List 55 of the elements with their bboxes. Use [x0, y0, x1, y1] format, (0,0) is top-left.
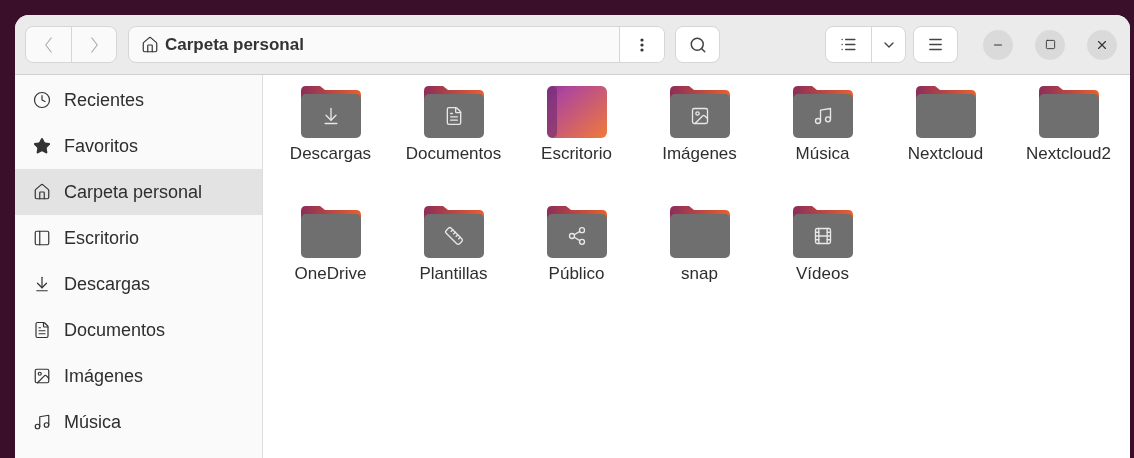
- music-note-icon: [33, 413, 51, 431]
- close-button[interactable]: [1087, 29, 1117, 60]
- folder-item[interactable]: OneDrive: [269, 205, 392, 325]
- folder-item[interactable]: Música: [761, 85, 884, 205]
- folder-item[interactable]: Descargas: [269, 85, 392, 205]
- folder-item[interactable]: Plantillas: [392, 205, 515, 325]
- maximize-button[interactable]: [1035, 29, 1065, 60]
- sidebar-item[interactable]: Música: [15, 399, 262, 445]
- more-options-button[interactable]: [619, 27, 664, 62]
- folder-item[interactable]: Nextcloud: [884, 85, 1007, 205]
- menu-icon: [927, 36, 944, 53]
- film-folder-icon: [791, 205, 854, 259]
- search-button[interactable]: [675, 26, 720, 63]
- maximize-icon: [1044, 39, 1056, 50]
- folder-item[interactable]: Nextcloud2: [1007, 85, 1130, 205]
- desktop-folder-icon: [545, 85, 608, 139]
- sidebar-item[interactable]: Recientes: [15, 77, 262, 123]
- forward-icon: [90, 36, 98, 53]
- folder-icon: [299, 205, 362, 259]
- desktop-icon: [33, 229, 51, 247]
- folder-item[interactable]: Imágenes: [638, 85, 761, 205]
- share-folder-icon: [545, 205, 608, 259]
- sidebar-item[interactable]: Imágenes: [15, 353, 262, 399]
- sidebar-item[interactable]: Carpeta personal: [15, 169, 262, 215]
- main-menu-button[interactable]: [913, 26, 958, 63]
- document-icon: [33, 321, 51, 339]
- folder-icon: [1037, 85, 1100, 139]
- sidebar-item[interactable]: Documentos: [15, 307, 262, 353]
- home-icon: [141, 35, 159, 54]
- download-folder-icon: [299, 85, 362, 139]
- sidebar-item[interactable]: Descargas: [15, 261, 262, 307]
- more-icon: [640, 37, 644, 52]
- folder-icon: [668, 205, 731, 259]
- path-label: Carpeta personal: [165, 33, 304, 56]
- folder-item[interactable]: Documentos: [392, 85, 515, 205]
- image-folder-icon: [668, 85, 731, 139]
- image-icon: [33, 367, 51, 385]
- music-folder-icon: [791, 85, 854, 139]
- folder-icon: [914, 85, 977, 139]
- list-icon: [840, 36, 857, 53]
- home-icon: [33, 183, 51, 201]
- ruler-folder-icon: [422, 205, 485, 259]
- sidebar-item[interactable]: Escritorio: [15, 215, 262, 261]
- search-icon: [688, 35, 707, 54]
- back-icon: [45, 36, 52, 53]
- sidebar-item[interactable]: Favoritos: [15, 123, 262, 169]
- folder-item[interactable]: snap: [638, 205, 761, 325]
- path-bar[interactable]: Carpeta personal: [128, 26, 665, 63]
- clock-icon: [33, 91, 51, 109]
- star-icon: [33, 137, 51, 155]
- folder-item[interactable]: Vídeos: [761, 205, 884, 325]
- download-icon: [33, 275, 51, 293]
- document-folder-icon: [422, 85, 485, 139]
- folder-item[interactable]: Escritorio: [515, 85, 638, 205]
- folder-item[interactable]: Público: [515, 205, 638, 325]
